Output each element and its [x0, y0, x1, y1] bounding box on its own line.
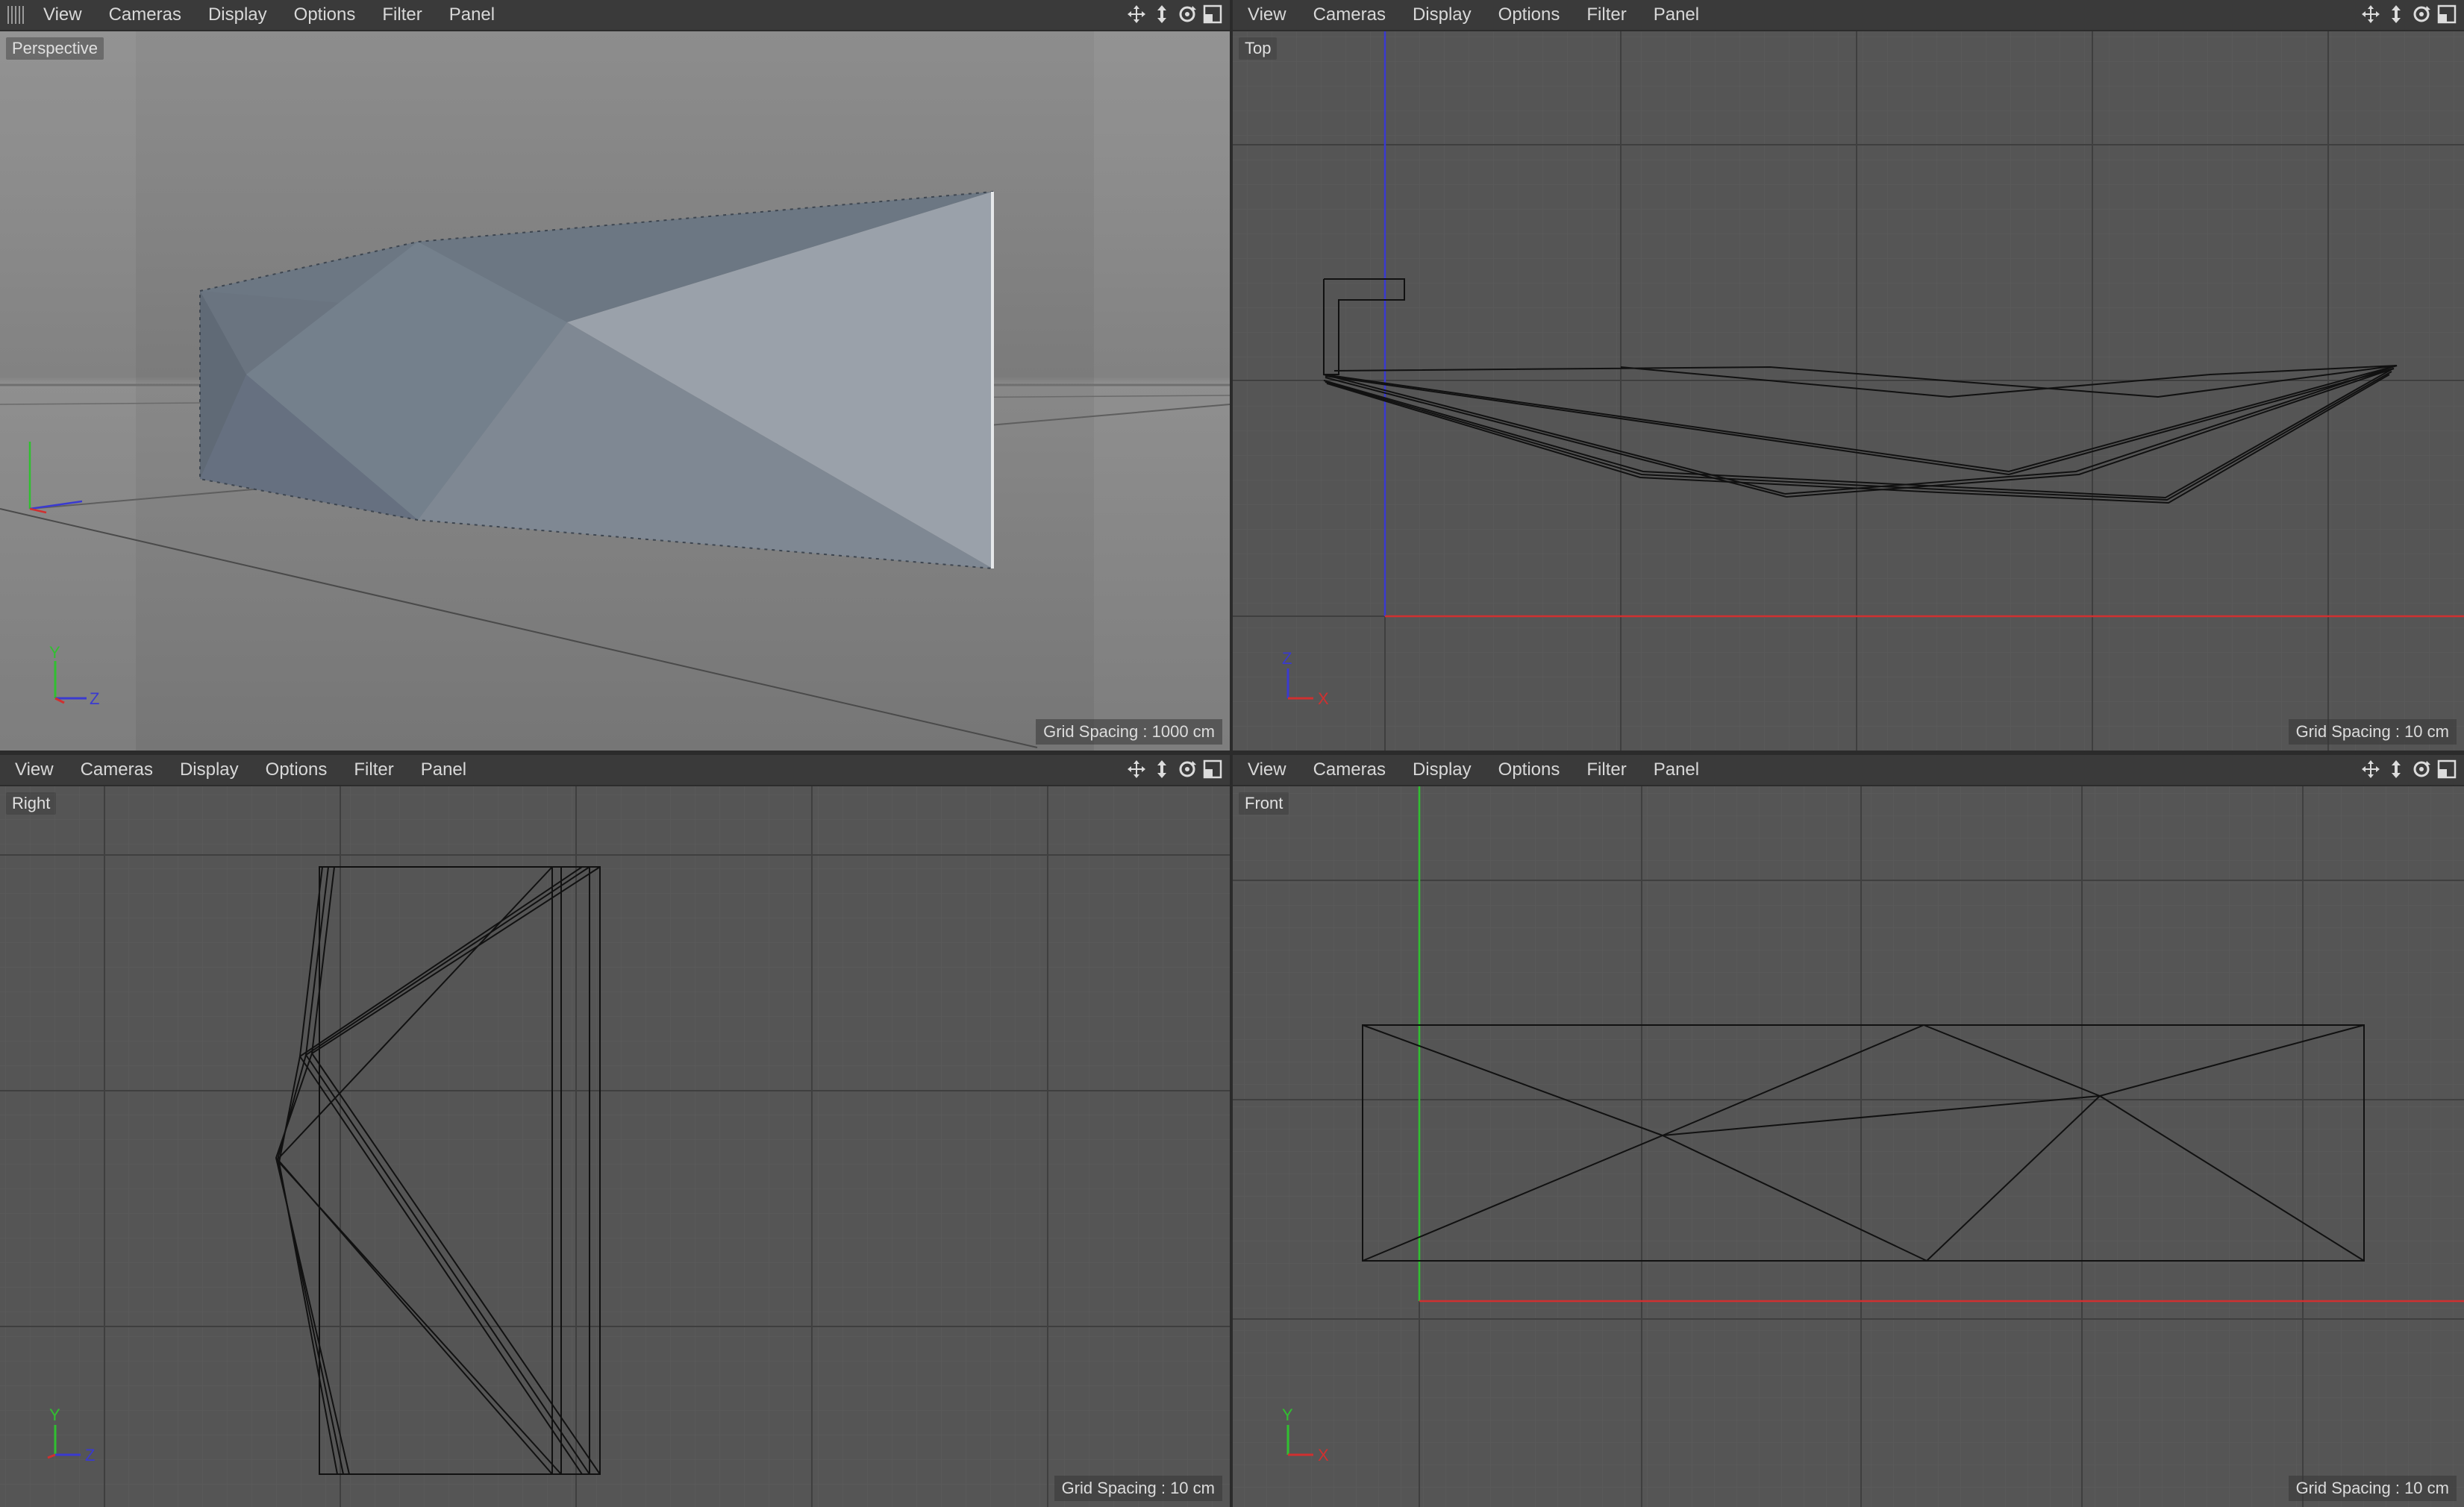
viewport-front[interactable]: View Cameras Display Options Filter Pane… [1233, 755, 2464, 1507]
view-label: Top [1239, 37, 1278, 60]
axis-gizmo-icon: Y Z [47, 1406, 95, 1462]
viewport-perspective[interactable]: View Cameras Display Options Filter Pane… [0, 0, 1230, 751]
right-canvas[interactable] [0, 786, 1230, 1507]
axis-label-x: X [1318, 689, 1329, 706]
dolly-view-icon[interactable] [2385, 3, 2407, 25]
menu-view[interactable]: View [30, 4, 96, 25]
menu-display[interactable]: Display [1399, 759, 1485, 780]
dolly-view-icon[interactable] [1151, 3, 1173, 25]
menu-display[interactable]: Display [166, 759, 252, 780]
toggle-layout-icon[interactable] [1201, 758, 1224, 780]
menu-cameras[interactable]: Cameras [1300, 759, 1399, 780]
move-view-icon[interactable] [2360, 758, 2382, 780]
menu-options[interactable]: Options [1485, 4, 1574, 25]
menu-filter[interactable]: Filter [1573, 4, 1639, 25]
toggle-layout-icon[interactable] [2436, 758, 2458, 780]
move-view-icon[interactable] [1125, 758, 1148, 780]
axis-gizmo-icon: Z X [1282, 649, 1329, 706]
rotate-view-icon[interactable] [1176, 3, 1198, 25]
axis-gizmo-icon: Y Z [49, 643, 99, 706]
view-label: Perspective [6, 37, 104, 60]
grid-spacing-label: Grid Spacing : 10 cm [1054, 1476, 1222, 1501]
viewport-top[interactable]: View Cameras Display Options Filter Pane… [1233, 0, 2464, 751]
menu-options[interactable]: Options [281, 4, 369, 25]
viewport-grip-icon[interactable] [7, 6, 25, 24]
menu-panel[interactable]: Panel [1640, 759, 1713, 780]
dolly-view-icon[interactable] [1151, 758, 1173, 780]
axis-label-z: Z [1282, 649, 1292, 668]
menu-view[interactable]: View [1234, 759, 1300, 780]
menu-filter[interactable]: Filter [369, 4, 435, 25]
axis-gizmo-icon: Y X [1282, 1406, 1329, 1462]
perspective-canvas[interactable] [0, 31, 1230, 751]
top-scene [1233, 31, 2464, 751]
axis-label-x: X [1318, 1446, 1329, 1462]
menu-panel[interactable]: Panel [1640, 4, 1713, 25]
view-label: Front [1239, 792, 1289, 815]
menu-filter[interactable]: Filter [340, 759, 407, 780]
grid-spacing-label: Grid Spacing : 10 cm [2288, 719, 2457, 745]
grid-spacing-label: Grid Spacing : 1000 cm [1036, 719, 1222, 745]
menu-cameras[interactable]: Cameras [67, 759, 166, 780]
menu-display[interactable]: Display [195, 4, 281, 25]
toggle-layout-icon[interactable] [1201, 3, 1224, 25]
menu-cameras[interactable]: Cameras [1300, 4, 1399, 25]
axis-label-y: Y [1282, 1406, 1293, 1424]
viewport-menubar: View Cameras Display Options Filter Pane… [0, 755, 1230, 786]
perspective-scene [0, 31, 1230, 751]
front-scene [1233, 786, 2464, 1507]
rotate-view-icon[interactable] [1176, 758, 1198, 780]
axis-label-z: Z [85, 1446, 95, 1462]
menu-options[interactable]: Options [1485, 759, 1574, 780]
menu-display[interactable]: Display [1399, 4, 1485, 25]
menu-filter[interactable]: Filter [1573, 759, 1639, 780]
menu-panel[interactable]: Panel [436, 4, 508, 25]
menu-view[interactable]: View [1, 759, 67, 780]
rotate-view-icon[interactable] [2410, 3, 2433, 25]
viewport-menubar: View Cameras Display Options Filter Pane… [0, 0, 1230, 31]
move-view-icon[interactable] [1125, 3, 1148, 25]
grid-spacing-label: Grid Spacing : 10 cm [2288, 1476, 2457, 1501]
axis-label-z: Z [90, 689, 99, 706]
toggle-layout-icon[interactable] [2436, 3, 2458, 25]
menu-options[interactable]: Options [252, 759, 341, 780]
menu-panel[interactable]: Panel [407, 759, 480, 780]
viewport-menubar: View Cameras Display Options Filter Pane… [1233, 0, 2464, 31]
view-label: Right [6, 792, 57, 815]
viewport-right[interactable]: View Cameras Display Options Filter Pane… [0, 755, 1230, 1507]
right-scene [0, 786, 1230, 1507]
menu-cameras[interactable]: Cameras [96, 4, 195, 25]
axis-label-y: Y [49, 643, 60, 662]
rotate-view-icon[interactable] [2410, 758, 2433, 780]
top-canvas[interactable] [1233, 31, 2464, 751]
dolly-view-icon[interactable] [2385, 758, 2407, 780]
menu-view[interactable]: View [1234, 4, 1300, 25]
viewport-menubar: View Cameras Display Options Filter Pane… [1233, 755, 2464, 786]
front-canvas[interactable] [1233, 786, 2464, 1507]
move-view-icon[interactable] [2360, 3, 2382, 25]
axis-label-y: Y [49, 1406, 60, 1424]
